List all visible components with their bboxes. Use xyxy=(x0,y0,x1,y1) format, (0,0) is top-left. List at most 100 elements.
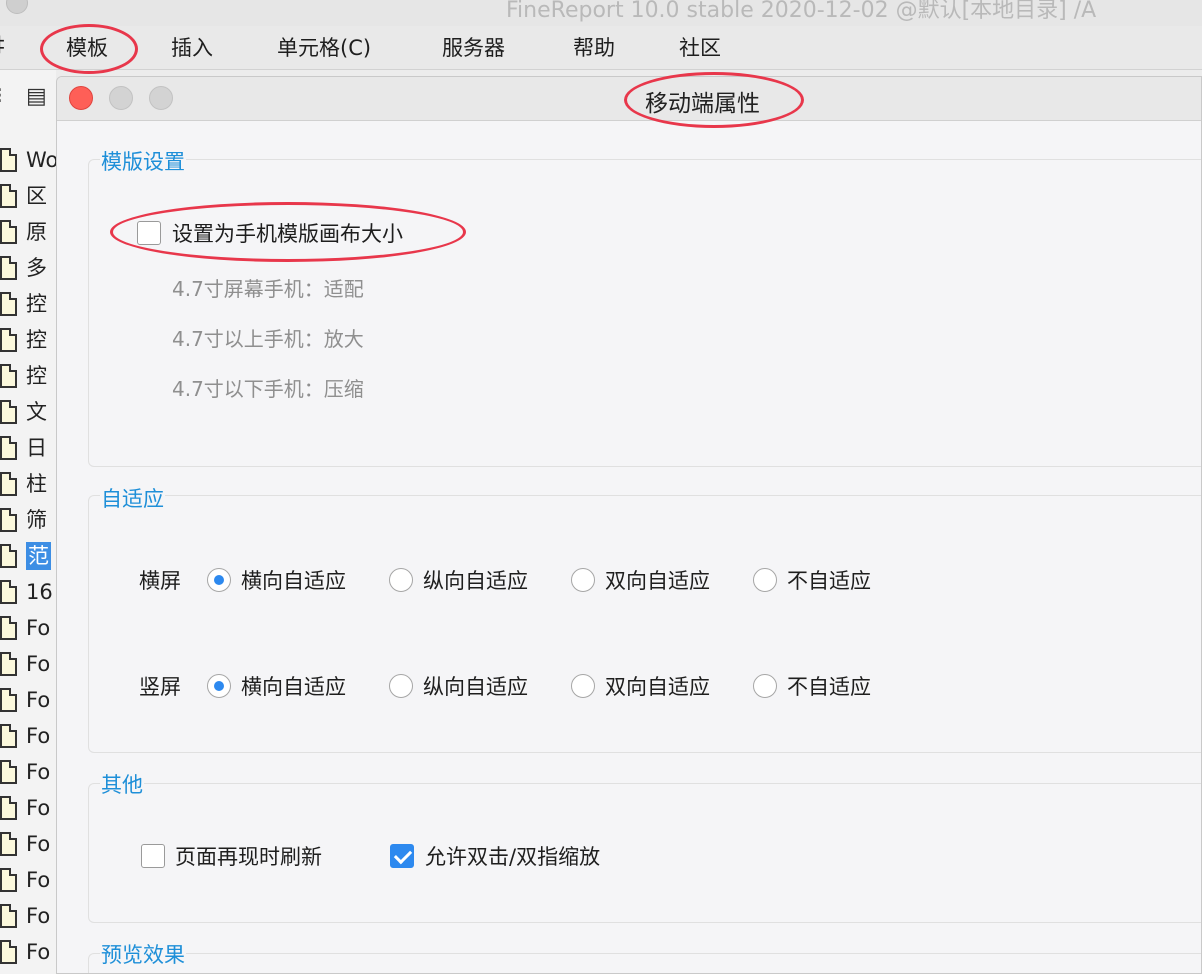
template-settings-group xyxy=(88,159,1201,467)
file-icon xyxy=(0,760,17,784)
landscape-label: 横屏 xyxy=(139,569,181,593)
file-icon xyxy=(0,364,17,388)
list-item[interactable]: Fo xyxy=(0,646,56,682)
menu-template[interactable]: 模板 xyxy=(66,32,108,62)
file-icon xyxy=(0,292,17,316)
dialog-titlebar: 移动端属性 xyxy=(57,77,1201,121)
list-item[interactable]: Fo xyxy=(0,610,56,646)
preview-title: 预览效果 xyxy=(100,939,186,969)
portrait-none-label[interactable]: 不自适应 xyxy=(787,671,871,701)
grip-icon[interactable]: ⁝ xyxy=(0,84,3,109)
app-titlebar: FineReport 10.0 stable 2020-12-02 @默认[本地… xyxy=(0,0,1202,26)
hint-shrink: 4.7寸以下手机：压缩 xyxy=(172,377,364,401)
list-item[interactable]: 筛 xyxy=(0,502,56,538)
list-item[interactable]: Fo xyxy=(0,718,56,754)
file-icon xyxy=(0,688,17,712)
file-icon xyxy=(0,868,17,892)
portrait-horizontal-label[interactable]: 横向自适应 xyxy=(241,671,346,701)
list-item[interactable]: 区 xyxy=(0,178,56,214)
menu-insert[interactable]: 插入 xyxy=(171,32,213,62)
portrait-label: 竖屏 xyxy=(139,675,181,699)
file-icon xyxy=(0,652,17,676)
menu-file[interactable]: ‡ xyxy=(0,32,5,56)
minimize-button[interactable] xyxy=(109,86,133,110)
portrait-none-radio[interactable] xyxy=(753,674,777,698)
landscape-none-radio[interactable] xyxy=(753,568,777,592)
file-icon xyxy=(0,616,17,640)
file-icon xyxy=(0,184,17,208)
hint-enlarge: 4.7寸以上手机：放大 xyxy=(172,327,364,351)
preview-group xyxy=(88,953,1201,973)
list-item[interactable]: 日 xyxy=(0,430,56,466)
refresh-checkbox[interactable] xyxy=(141,844,165,868)
hint-fit: 4.7寸屏幕手机：适配 xyxy=(172,277,364,301)
file-icon xyxy=(0,148,17,172)
file-icon xyxy=(0,508,17,532)
close-button[interactable] xyxy=(69,86,93,110)
phone-canvas-label[interactable]: 设置为手机模版画布大小 xyxy=(172,218,403,248)
list-item[interactable]: Fo xyxy=(0,862,56,898)
menu-cell[interactable]: 单元格(C) xyxy=(277,32,371,62)
mobile-properties-dialog: 移动端属性 模版设置 设置为手机模版画布大小 4.7寸屏幕手机：适配 4.7寸以… xyxy=(56,76,1202,974)
list-item[interactable]: Fo xyxy=(0,790,56,826)
portrait-horizontal-radio[interactable] xyxy=(207,674,231,698)
landscape-both-label[interactable]: 双向自适应 xyxy=(605,565,710,595)
list-item[interactable]: Fo xyxy=(0,898,56,934)
file-icon xyxy=(0,472,17,496)
file-icon xyxy=(0,220,17,244)
menu-community[interactable]: 社区 xyxy=(679,32,721,62)
zoom-checkbox[interactable] xyxy=(390,844,414,868)
file-icon xyxy=(0,904,17,928)
list-item[interactable]: 控 xyxy=(0,322,56,358)
list-item[interactable]: Fo xyxy=(0,934,56,970)
template-tree: ⁝ ▤ Wo 区 原 多 控 控 控 文 日 柱 筛 范 16 Fo Fo Fo… xyxy=(0,70,56,974)
list-item[interactable]: 控 xyxy=(0,286,56,322)
file-icon xyxy=(0,544,17,568)
list-item[interactable]: 多 xyxy=(0,250,56,286)
portrait-vertical-radio[interactable] xyxy=(389,674,413,698)
menu-help[interactable]: 帮助 xyxy=(573,32,615,62)
list-item[interactable]: 原 xyxy=(0,214,56,250)
window-button[interactable] xyxy=(6,0,28,14)
list-item[interactable]: 柱 xyxy=(0,466,56,502)
app-title: FineReport 10.0 stable 2020-12-02 @默认[本地… xyxy=(506,0,1097,23)
file-icon xyxy=(0,796,17,820)
list-item[interactable]: Fo xyxy=(0,682,56,718)
portrait-both-label[interactable]: 双向自适应 xyxy=(605,671,710,701)
menu-server[interactable]: 服务器 xyxy=(442,32,505,62)
landscape-horizontal-label[interactable]: 横向自适应 xyxy=(241,565,346,595)
zoom-label[interactable]: 允许双击/双指缩放 xyxy=(425,841,600,871)
layout-icon[interactable]: ▤ xyxy=(26,84,47,109)
list-item[interactable]: Fo xyxy=(0,826,56,862)
template-settings-title: 模版设置 xyxy=(100,146,186,176)
list-item-selected[interactable]: 范 xyxy=(0,538,56,574)
landscape-horizontal-radio[interactable] xyxy=(207,568,231,592)
file-icon xyxy=(0,328,17,352)
file-icon xyxy=(0,580,17,604)
file-icon xyxy=(0,724,17,748)
list-item[interactable]: 文 xyxy=(0,394,56,430)
landscape-both-radio[interactable] xyxy=(571,568,595,592)
file-icon xyxy=(0,832,17,856)
maximize-button[interactable] xyxy=(149,86,173,110)
adaptive-title: 自适应 xyxy=(100,483,165,513)
portrait-vertical-label[interactable]: 纵向自适应 xyxy=(423,671,528,701)
file-icon xyxy=(0,940,17,964)
portrait-both-radio[interactable] xyxy=(571,674,595,698)
landscape-none-label[interactable]: 不自适应 xyxy=(787,565,871,595)
list-item[interactable]: 16 xyxy=(0,574,56,610)
list-item[interactable]: Wo xyxy=(0,142,56,178)
dialog-title: 移动端属性 xyxy=(645,91,760,117)
file-icon xyxy=(0,256,17,280)
list-item[interactable]: 控 xyxy=(0,358,56,394)
menu-bar: ‡ 模板 插入 单元格(C) 服务器 帮助 社区 xyxy=(0,26,1202,70)
file-icon xyxy=(0,436,17,460)
other-title: 其他 xyxy=(100,769,144,799)
list-item[interactable]: Fo xyxy=(0,754,56,790)
landscape-vertical-radio[interactable] xyxy=(389,568,413,592)
adaptive-group xyxy=(88,495,1201,753)
refresh-label[interactable]: 页面再现时刷新 xyxy=(175,841,322,871)
file-icon xyxy=(0,400,17,424)
phone-canvas-checkbox[interactable] xyxy=(137,221,161,245)
landscape-vertical-label[interactable]: 纵向自适应 xyxy=(423,565,528,595)
